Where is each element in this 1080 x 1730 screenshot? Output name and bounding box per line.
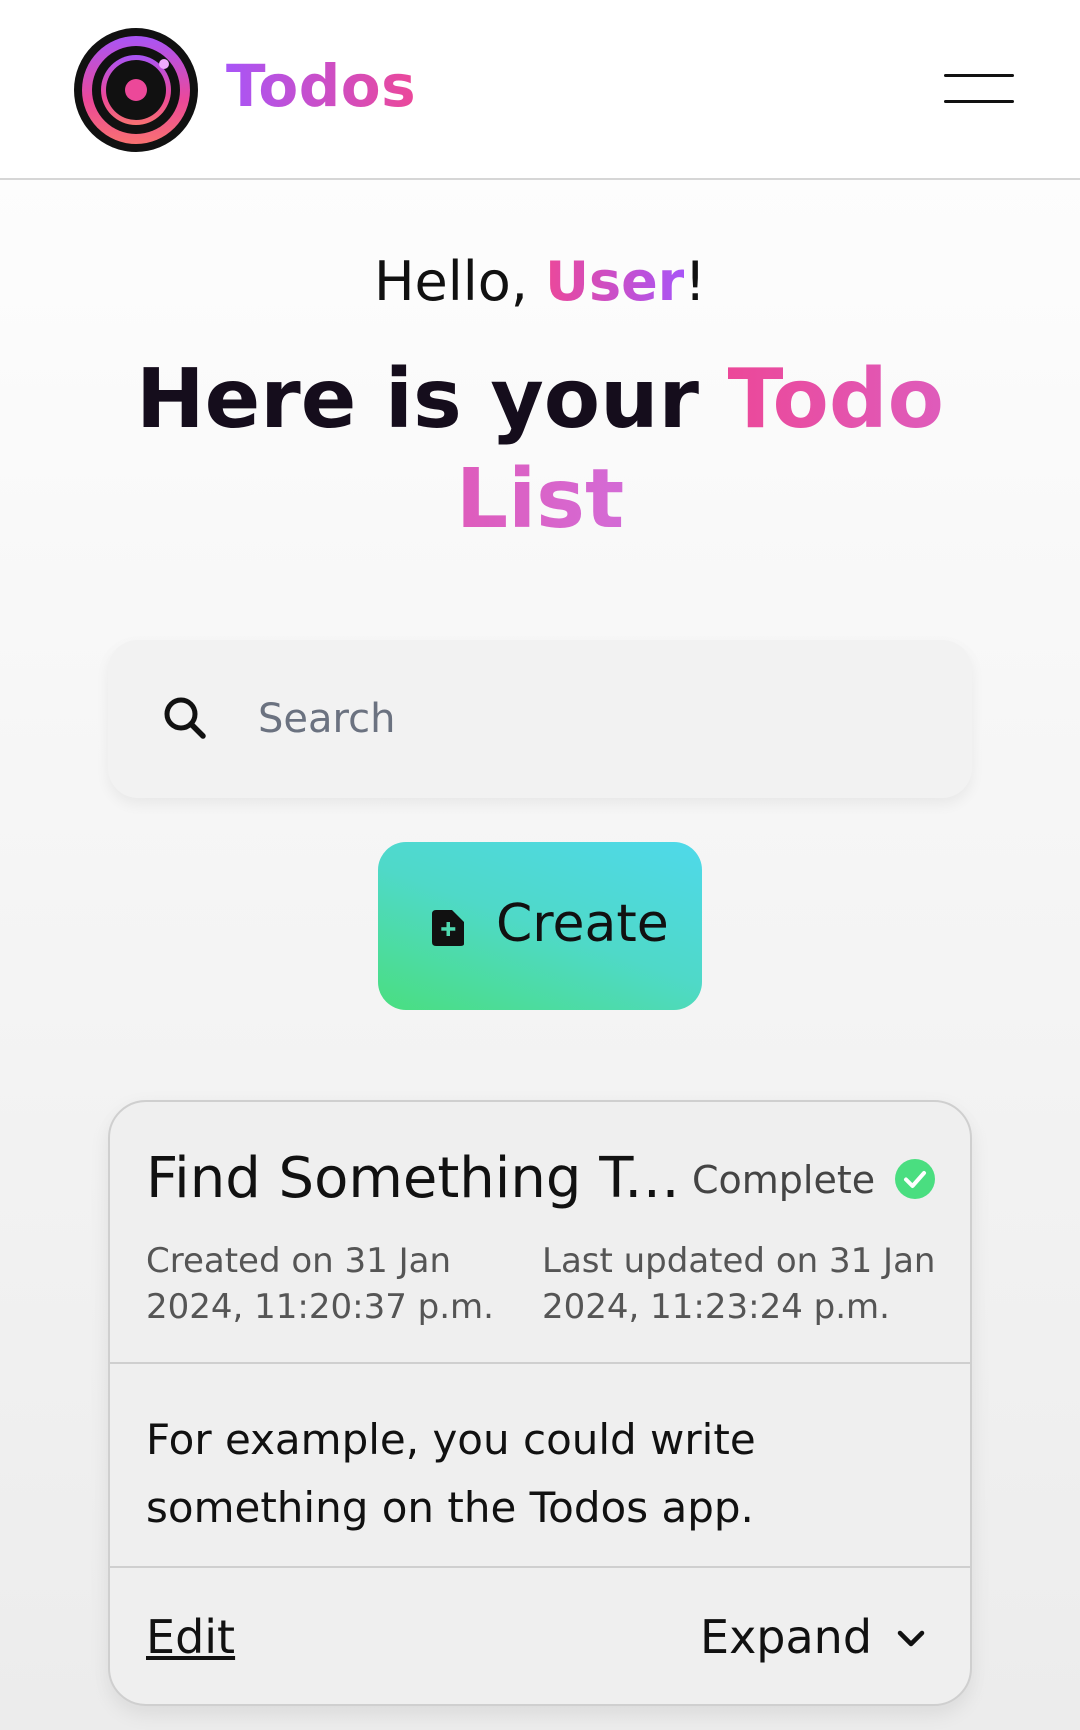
chevron-down-icon [897,1630,925,1647]
brand-name[interactable]: Todos [226,52,416,120]
greeting-prefix: Hello, [373,250,546,313]
todo-created-date: Created on 31 Jan 2024, 11:20:37 p.m. [146,1241,494,1327]
menu-line [944,74,1014,77]
todo-card-footer: Edit Expand [110,1570,970,1704]
greeting-username: User [545,250,685,313]
search-bar [108,640,972,798]
page-title: Here is your Todo List [120,350,960,550]
todo-card-body: For example, you could write something o… [110,1366,970,1568]
todo-card-header: Find Something To Do Complete Created on… [110,1102,970,1364]
search-input[interactable] [258,684,938,754]
greeting: Hello, User! [0,250,1080,313]
edit-link[interactable]: Edit [146,1610,235,1664]
greeting-suffix: ! [684,250,707,313]
app-logo[interactable] [74,28,198,152]
create-button[interactable]: Create [378,842,702,1010]
todo-title: Find Something To Do [146,1146,686,1211]
menu-line [944,100,1014,103]
file-plus-icon [432,910,464,946]
logo-spark [159,59,169,69]
hamburger-menu-icon[interactable] [944,72,1014,106]
page-title-text: Here is your [136,352,728,447]
expand-button[interactable]: Expand [700,1606,940,1670]
expand-button-label: Expand [700,1610,873,1664]
logo-dot [125,79,147,101]
todo-updated-date: Last updated on 31 Jan 2024, 11:23:24 p.… [542,1241,936,1327]
search-icon[interactable] [158,691,214,747]
todo-description: For example, you could write something o… [146,1415,756,1532]
todo-status: Complete [692,1158,876,1202]
todo-card: Find Something To Do Complete Created on… [108,1100,972,1706]
app-header: Todos [0,0,1080,180]
create-button-label: Create [496,894,669,954]
check-circle-icon [895,1159,935,1199]
